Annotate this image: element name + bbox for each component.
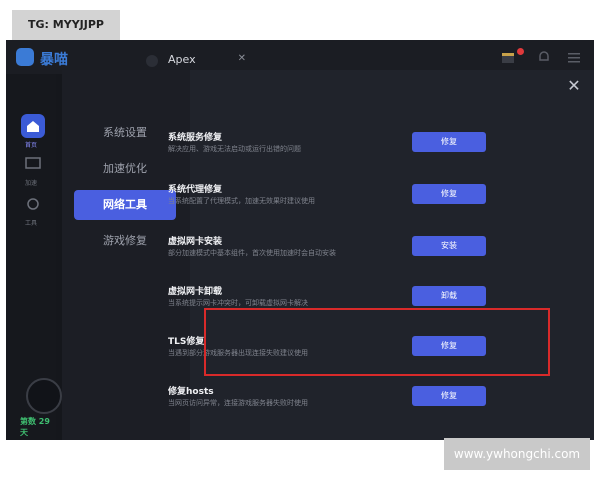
row-title: TLS修复 xyxy=(168,337,205,347)
row-title: 虚拟网卡卸载 xyxy=(168,287,223,297)
system-proxy-repair-button[interactable]: 修复 xyxy=(412,184,486,204)
sidebar-item-tools[interactable]: 工具 xyxy=(6,218,56,227)
monitor-icon[interactable] xyxy=(21,152,45,176)
app-window: 暴喵 Apex ✕ 首页 加速 工具 第数 29 天 系统设置 加速优化 网络工… xyxy=(6,40,594,440)
menu-icon[interactable] xyxy=(566,49,582,65)
nav-acceleration-optimize[interactable]: 加速优化 xyxy=(74,154,176,184)
row-title: 系统服务修复 xyxy=(168,133,223,143)
row-description: 部分加速模式中基本组件，首次使用加速时会自动安装 xyxy=(168,249,336,257)
avatar[interactable] xyxy=(26,378,62,414)
hosts-repair-button[interactable]: 修复 xyxy=(412,386,486,406)
list-item: 系统代理修复 当系统配置了代理模式，加速无效果时建议使用 修复 xyxy=(168,182,518,222)
nav-system-settings[interactable]: 系统设置 xyxy=(74,118,176,148)
watermark-tag: TG: MYYJJPP xyxy=(12,10,120,40)
row-description: 当网页访问异常，连接游戏服务器失败时使用 xyxy=(168,399,308,407)
row-title: 虚拟网卡安装 xyxy=(168,237,223,247)
home-icon[interactable] xyxy=(21,114,45,138)
title-bar: 暴喵 Apex ✕ xyxy=(6,40,594,74)
game-tab-label: Apex xyxy=(168,53,196,66)
row-description: 当系统配置了代理模式，加速无效果时建议使用 xyxy=(168,197,315,205)
notification-badge xyxy=(517,48,524,55)
nav-network-tools[interactable]: 网络工具 xyxy=(74,190,176,220)
sidebar-item-accelerate[interactable]: 加速 xyxy=(6,178,56,187)
system-service-repair-button[interactable]: 修复 xyxy=(412,132,486,152)
virtual-nic-install-button[interactable]: 安装 xyxy=(412,236,486,256)
sidebar: 首页 加速 工具 第数 29 天 xyxy=(6,74,62,440)
sidebar-item-home[interactable]: 首页 xyxy=(6,140,56,149)
virtual-nic-uninstall-button[interactable]: 卸载 xyxy=(412,286,486,306)
watermark-site: www.ywhongchi.com xyxy=(444,438,590,470)
days-counter: 第数 29 天 xyxy=(20,417,50,437)
cat-logo-icon xyxy=(16,48,34,66)
tls-highlight-box xyxy=(204,308,550,376)
game-icon xyxy=(146,55,158,67)
nav-game-repair[interactable]: 游戏修复 xyxy=(74,226,176,256)
row-title: 系统代理修复 xyxy=(168,185,223,195)
row-description: 当系统提示网卡冲突时，可卸载虚拟网卡解决 xyxy=(168,299,308,307)
list-item: 虚拟网卡安装 部分加速模式中基本组件，首次使用加速时会自动安装 安装 xyxy=(168,234,518,274)
close-icon[interactable]: ✕ xyxy=(238,53,246,64)
row-description: 解决应用、游戏无法启动或运行出错的问题 xyxy=(168,145,301,153)
list-item: 修复hosts 当网页访问异常，连接游戏服务器失败时使用 修复 xyxy=(168,384,518,424)
list-item: 系统服务修复 解决应用、游戏无法启动或运行出错的问题 修复 xyxy=(168,130,518,170)
tool-icon[interactable] xyxy=(21,192,45,216)
close-icon[interactable]: ✕ xyxy=(564,76,584,96)
row-title: 修复hosts xyxy=(168,387,214,397)
bell-icon[interactable] xyxy=(536,49,552,65)
app-logo-text: 暴喵 xyxy=(40,52,68,68)
game-tab[interactable]: Apex ✕ xyxy=(140,50,248,72)
gift-icon[interactable] xyxy=(500,49,516,65)
